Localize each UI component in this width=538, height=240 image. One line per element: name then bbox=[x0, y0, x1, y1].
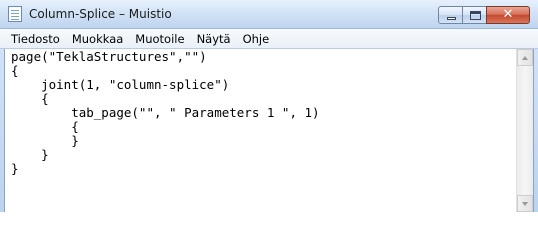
editor-line: } bbox=[11, 133, 79, 148]
notepad-icon[interactable] bbox=[8, 6, 22, 22]
scroll-up-arrow-icon[interactable] bbox=[517, 49, 533, 66]
close-icon: ✕ bbox=[502, 7, 514, 22]
editor-area: page("TeklaStructures",""){ joint(1, "co… bbox=[4, 49, 534, 212]
editor-line: } bbox=[11, 161, 19, 176]
editor-line: } bbox=[11, 147, 49, 162]
menu-item-ohje[interactable]: Ohje bbox=[237, 32, 276, 46]
vertical-scrollbar[interactable] bbox=[516, 49, 533, 212]
maximize-icon bbox=[470, 11, 481, 20]
editor-line: tab_page("", " Parameters 1 ", 1) bbox=[11, 105, 320, 120]
notepad-window: Column-Splice – Muistio ✕ Tiedosto Muokk… bbox=[0, 0, 538, 212]
editor-line: page("TeklaStructures","") bbox=[11, 49, 207, 64]
menu-bar: Tiedosto Muokkaa Muotoile Näytä Ohje bbox=[0, 29, 538, 49]
editor-line: { bbox=[11, 91, 49, 106]
close-button[interactable]: ✕ bbox=[486, 6, 530, 24]
menu-item-tiedosto[interactable]: Tiedosto bbox=[5, 32, 66, 46]
caption-buttons: ✕ bbox=[438, 6, 530, 24]
menu-item-nayta[interactable]: Näytä bbox=[191, 32, 237, 46]
editor-line: { bbox=[11, 119, 79, 134]
maximize-button[interactable] bbox=[462, 6, 487, 24]
editor-line: { bbox=[11, 63, 19, 78]
minimize-icon bbox=[447, 17, 456, 20]
menu-item-muokkaa[interactable]: Muokkaa bbox=[66, 32, 129, 46]
window-title: Column-Splice – Muistio bbox=[29, 7, 172, 21]
title-bar[interactable]: Column-Splice – Muistio ✕ bbox=[0, 0, 538, 29]
menu-item-muotoile[interactable]: Muotoile bbox=[129, 32, 190, 46]
scroll-down-arrow-icon[interactable] bbox=[517, 195, 533, 212]
text-editor[interactable]: page("TeklaStructures",""){ joint(1, "co… bbox=[7, 49, 513, 212]
minimize-button[interactable] bbox=[438, 6, 463, 24]
editor-line: joint(1, "column-splice") bbox=[11, 77, 230, 92]
